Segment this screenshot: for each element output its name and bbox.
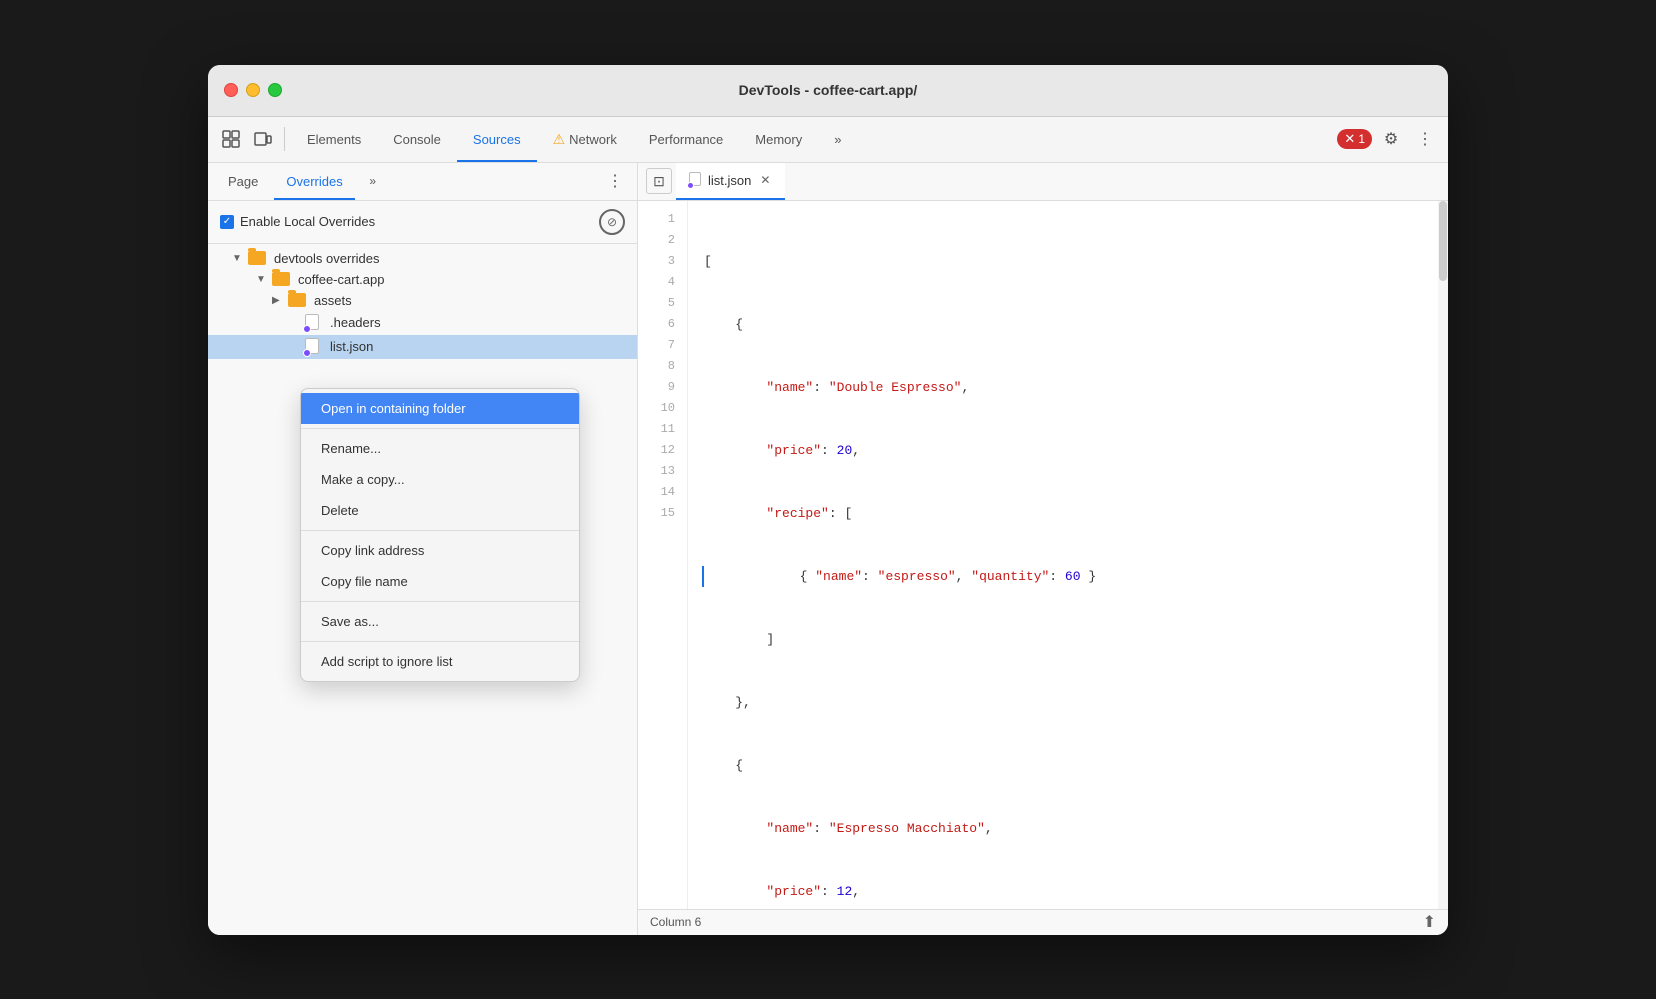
line-numbers: 1 2 3 4 5 6 7 8 9 10 11 12 13 14 [638,201,688,909]
tree-item-headers[interactable]: .headers [208,311,637,335]
code-line-10: "name": "Espresso Macchiato", [704,818,1432,839]
maximize-button[interactable] [268,83,282,97]
enable-overrides-label[interactable]: ✓ Enable Local Overrides [220,214,375,229]
clear-overrides-button[interactable]: ⊘ [599,209,625,235]
code-line-5: "recipe": [ [704,503,1432,524]
ctx-add-to-ignore[interactable]: Add script to ignore list [301,646,579,677]
ctx-rename[interactable]: Rename... [301,433,579,464]
error-badge[interactable]: ✕ 1 [1337,129,1372,149]
tab-elements[interactable]: Elements [291,116,377,162]
minimize-button[interactable] [246,83,260,97]
ctx-separator-1 [301,428,579,429]
tab-more[interactable]: » [818,116,857,162]
ctx-open-folder[interactable]: Open in containing folder [301,393,579,424]
toolbar-right: ✕ 1 ⚙ ⋮ [1337,124,1440,154]
file-tab-icon [688,172,702,188]
context-menu: Open in containing folder Rename... Make… [300,388,580,682]
expand-arrow: ▶ [272,295,284,306]
more-options-icon[interactable]: ⋮ [1410,124,1440,154]
folder-icon [288,293,306,307]
code-line-3: "name": "Double Espresso", [704,377,1432,398]
code-lines: [ { "name": "Double Espresso", "price": … [688,201,1448,909]
code-line-2: { [704,314,1432,335]
error-count: 1 [1358,132,1365,146]
code-line-4: "price": 20, [704,440,1432,461]
traffic-lights [224,83,282,97]
tree-item-devtools-overrides[interactable]: ▼ devtools overrides [208,248,637,269]
folder-icon [272,272,290,286]
file-override-icon [304,338,320,356]
sidebar-options-button[interactable]: ⋮ [601,167,629,195]
file-override-icon [304,314,320,332]
code-line-1: [ [704,251,1432,272]
device-toggle-icon[interactable] [248,124,278,154]
code-line-6: { "name": "espresso", "quantity": 60 } [702,566,1432,587]
warning-icon: ⚠ [553,131,566,148]
ctx-separator-2 [301,530,579,531]
scrollbar-thumb[interactable] [1439,201,1447,281]
ctx-save-as[interactable]: Save as... [301,606,579,637]
tab-sources[interactable]: Sources [457,116,537,162]
ctx-separator-3 [301,601,579,602]
tree-item-coffee-cart-app[interactable]: ▼ coffee-cart.app [208,269,637,290]
folder-icon [248,251,266,265]
error-icon: ✕ [1344,131,1355,147]
expand-arrow: ▼ [232,253,244,264]
tab-console[interactable]: Console [377,116,457,162]
sidebar: Page Overrides » ⋮ ✓ Enable Local Overri… [208,163,638,935]
editor-area: ⊡ list.json ✕ 1 2 3 4 [638,163,1448,935]
column-status: Column 6 [650,915,701,929]
expand-arrow: ▼ [256,274,268,285]
tab-navigation: Elements Console Sources ⚠ Network Perfo… [291,116,1335,162]
scrollbar[interactable] [1438,201,1448,909]
editor-tabs: ⊡ list.json ✕ [638,163,1448,201]
status-right-icon[interactable]: ⬆ [1423,912,1436,932]
ctx-delete[interactable]: Delete [301,495,579,526]
tab-memory[interactable]: Memory [739,116,818,162]
code-line-11: "price": 12, [704,881,1432,902]
status-bar: Column 6 ⬆ [638,909,1448,935]
sidebar-tabs: Page Overrides » ⋮ [208,163,637,201]
overrides-toolbar: ✓ Enable Local Overrides ⊘ [208,201,637,244]
sidebar-more-tabs[interactable]: » [359,167,387,195]
panel-toggle-button[interactable]: ⊡ [646,168,672,194]
main-area: Page Overrides » ⋮ ✓ Enable Local Overri… [208,163,1448,935]
enable-overrides-checkbox[interactable]: ✓ [220,215,234,229]
window-title: DevTools - coffee-cart.app/ [739,82,918,98]
top-toolbar: Elements Console Sources ⚠ Network Perfo… [208,117,1448,163]
tab-network[interactable]: ⚠ Network [537,116,633,162]
tab-performance[interactable]: Performance [633,116,739,162]
toolbar-divider [284,127,285,151]
code-line-8: }, [704,692,1432,713]
settings-icon[interactable]: ⚙ [1376,124,1406,154]
editor-tab-list-json[interactable]: list.json ✕ [676,163,785,201]
ctx-copy-link[interactable]: Copy link address [301,535,579,566]
code-content: 1 2 3 4 5 6 7 8 9 10 11 12 13 14 [638,201,1448,909]
code-editor[interactable]: 1 2 3 4 5 6 7 8 9 10 11 12 13 14 [638,201,1448,909]
sidebar-tab-page[interactable]: Page [216,163,270,201]
ctx-make-copy[interactable]: Make a copy... [301,464,579,495]
ctx-separator-4 [301,641,579,642]
sidebar-tab-overrides[interactable]: Overrides [274,163,354,201]
inspect-element-icon[interactable] [216,124,246,154]
devtools-window: DevTools - coffee-cart.app/ Elements Con [208,65,1448,935]
code-line-7: ] [704,629,1432,650]
code-line-9: { [704,755,1432,776]
tree-item-list-json[interactable]: list.json [208,335,637,359]
title-bar: DevTools - coffee-cart.app/ [208,65,1448,117]
tree-item-assets[interactable]: ▶ assets [208,290,637,311]
close-tab-button[interactable]: ✕ [757,172,773,188]
ctx-copy-filename[interactable]: Copy file name [301,566,579,597]
close-button[interactable] [224,83,238,97]
